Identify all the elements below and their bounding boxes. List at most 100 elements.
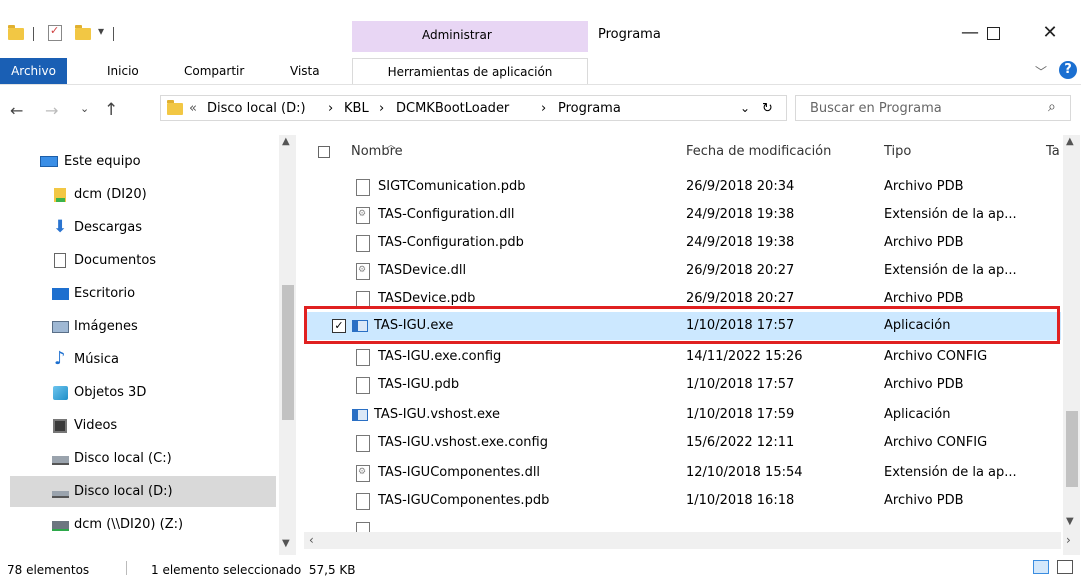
properties-icon[interactable]: ✓ bbox=[48, 24, 62, 41]
dll-file-icon bbox=[356, 263, 370, 280]
tab-herramientas-de-aplicacion[interactable]: Herramientas de aplicación bbox=[352, 58, 588, 84]
file-row[interactable]: TAS-IGU.vshost.exe 1/10/2018 17:59 Aplic… bbox=[304, 401, 1061, 429]
item-count: 78 elementos bbox=[7, 563, 90, 577]
file-row[interactable]: TAS-Configuration.dll 24/9/2018 19:38 Ex… bbox=[304, 201, 1061, 229]
refresh-icon[interactable]: ↻ bbox=[762, 101, 773, 116]
file-icon bbox=[356, 493, 370, 510]
nav-item-videos[interactable]: Videos bbox=[10, 410, 276, 441]
pictures-icon bbox=[52, 321, 69, 333]
drive-icon bbox=[52, 491, 69, 498]
selection-info: 1 elemento seleccionado 57,5 KB bbox=[151, 563, 356, 577]
back-arrow-icon[interactable]: ← bbox=[10, 101, 23, 120]
nav-scrollbar-thumb[interactable] bbox=[282, 285, 294, 420]
search-box[interactable]: Buscar en Programa ⌕ bbox=[795, 95, 1071, 121]
tab-compartir[interactable]: Compartir bbox=[184, 58, 244, 84]
contextual-group-label: Administrar bbox=[422, 28, 492, 42]
file-row[interactable]: TASDevice.dll 26/9/2018 20:27 Extensión … bbox=[304, 257, 1061, 285]
file-icon bbox=[356, 349, 370, 366]
file-row[interactable]: TAS-IGU.pdb 1/10/2018 17:57 Archivo PDB bbox=[304, 371, 1061, 399]
chevron-right-icon: › bbox=[541, 101, 547, 116]
drive-icon bbox=[52, 456, 69, 465]
customize-quick-access-icon[interactable]: ▾ bbox=[98, 24, 104, 38]
horizontal-scrollbar[interactable] bbox=[304, 532, 1061, 549]
file-icon bbox=[356, 435, 370, 452]
nav-item-documentos[interactable]: Documentos bbox=[10, 245, 276, 276]
up-arrow-icon[interactable]: ↑ bbox=[104, 100, 118, 120]
chevron-right-icon: › bbox=[328, 101, 334, 116]
expand-ribbon-icon[interactable]: ﹀ bbox=[1035, 63, 1047, 80]
details-view-icon[interactable] bbox=[1033, 560, 1049, 574]
column-header-tipo[interactable]: Tipo bbox=[884, 144, 911, 159]
scroll-right-icon[interactable]: › bbox=[1066, 533, 1071, 547]
column-header-fecha[interactable]: Fecha de modificación bbox=[686, 144, 831, 159]
help-icon[interactable]: ? bbox=[1059, 61, 1077, 79]
address-bar[interactable]: « Disco local (D:) › KBL › DCMKBootLoade… bbox=[160, 95, 787, 121]
tab-vista[interactable]: Vista bbox=[290, 58, 320, 84]
videos-icon bbox=[53, 419, 67, 433]
recent-locations-icon[interactable]: ⌄ bbox=[80, 102, 89, 115]
file-row[interactable]: TAS-Configuration.pdb 24/9/2018 19:38 Ar… bbox=[304, 229, 1061, 257]
file-icon bbox=[356, 235, 370, 252]
3d-objects-icon bbox=[53, 386, 68, 400]
scroll-up-icon[interactable]: ▲ bbox=[1066, 136, 1074, 147]
file-row[interactable]: TAS-IGUComponentes.dll 12/10/2018 15:54 … bbox=[304, 459, 1061, 487]
column-header-nombre[interactable]: Nombre bbox=[351, 144, 403, 159]
nav-item-disco-d[interactable]: Disco local (D:) bbox=[10, 476, 276, 507]
nav-item-objetos-3d[interactable]: Objetos 3D bbox=[10, 377, 276, 408]
scroll-down-icon[interactable]: ▼ bbox=[282, 538, 290, 549]
scroll-left-icon[interactable]: ‹ bbox=[309, 533, 314, 547]
close-button[interactable]: ✕ bbox=[1027, 22, 1073, 44]
desktop-icon bbox=[52, 288, 69, 300]
folder-icon bbox=[8, 25, 24, 40]
file-icon bbox=[356, 179, 370, 196]
breadcrumb-programa[interactable]: Programa bbox=[558, 101, 621, 116]
breadcrumb-kbl[interactable]: KBL bbox=[344, 101, 369, 116]
file-row[interactable]: TAS-IGUComponentes.pdb 1/10/2018 16:18 A… bbox=[304, 487, 1061, 515]
forward-arrow-icon[interactable]: → bbox=[45, 101, 58, 120]
dll-file-icon bbox=[356, 207, 370, 224]
file-row[interactable]: TAS-IGU.exe.config 14/11/2022 15:26 Arch… bbox=[304, 343, 1061, 371]
tab-inicio[interactable]: Inicio bbox=[107, 58, 139, 84]
nav-item-imagenes[interactable]: Imágenes bbox=[10, 311, 276, 342]
maximize-button[interactable] bbox=[970, 22, 1016, 44]
nav-item-este-equipo[interactable]: Este equipo bbox=[10, 146, 276, 177]
breadcrumb-disco-d[interactable]: Disco local (D:) bbox=[207, 101, 306, 116]
scroll-up-icon[interactable]: ▲ bbox=[282, 136, 290, 147]
music-icon: ♪ bbox=[54, 348, 66, 369]
file-row-partial[interactable] bbox=[304, 516, 1061, 532]
select-all-checkbox[interactable] bbox=[318, 146, 330, 158]
nav-item-disco-c[interactable]: Disco local (C:) bbox=[10, 443, 276, 474]
breadcrumb-dcmkbootloader[interactable]: DCMKBootLoader bbox=[396, 101, 509, 116]
ribbon-tabs: Archivo Inicio Compartir Vista Herramien… bbox=[0, 58, 1081, 85]
nav-item-musica[interactable]: ♪ Música bbox=[10, 344, 276, 375]
divider bbox=[33, 27, 34, 41]
file-row[interactable]: SIGTComunication.pdb 26/9/2018 20:34 Arc… bbox=[304, 173, 1061, 201]
scroll-down-icon[interactable]: ▼ bbox=[1066, 516, 1074, 527]
new-folder-icon[interactable] bbox=[75, 25, 91, 40]
chevron-right-icon: › bbox=[379, 101, 385, 116]
nav-item-escritorio[interactable]: Escritorio bbox=[10, 278, 276, 309]
file-icon bbox=[356, 522, 370, 532]
nav-item-network-z[interactable]: dcm (\\DI20) (Z:) bbox=[10, 509, 276, 540]
overflow-chevron-icon[interactable]: « bbox=[189, 101, 197, 116]
large-icons-view-icon[interactable] bbox=[1057, 560, 1073, 574]
tab-archivo[interactable]: Archivo bbox=[0, 58, 67, 84]
contextual-tab-group: Administrar bbox=[352, 21, 588, 52]
folder-icon bbox=[167, 100, 183, 115]
column-header-tamano[interactable]: Ta bbox=[1046, 144, 1060, 159]
search-icon[interactable]: ⌕ bbox=[1048, 99, 1056, 115]
divider bbox=[113, 27, 114, 41]
app-file-icon bbox=[352, 409, 368, 421]
list-scrollbar-thumb[interactable] bbox=[1066, 411, 1078, 487]
divider bbox=[126, 561, 127, 575]
nav-item-descargas[interactable]: ⬇ Descargas bbox=[10, 212, 276, 243]
status-bar: 78 elementos 1 elemento seleccionado 57,… bbox=[0, 555, 1081, 581]
file-row[interactable]: TAS-IGU.vshost.exe.config 15/6/2022 12:1… bbox=[304, 429, 1061, 457]
list-scrollbar[interactable] bbox=[1063, 135, 1080, 555]
window-title: Programa bbox=[598, 27, 661, 42]
nav-item-dcm-di20[interactable]: dcm (DI20) bbox=[10, 179, 276, 210]
address-dropdown-icon[interactable]: ⌄ bbox=[740, 101, 750, 115]
user-folder-icon bbox=[54, 188, 66, 202]
download-icon: ⬇ bbox=[53, 217, 68, 237]
search-input[interactable]: Buscar en Programa bbox=[810, 101, 942, 116]
